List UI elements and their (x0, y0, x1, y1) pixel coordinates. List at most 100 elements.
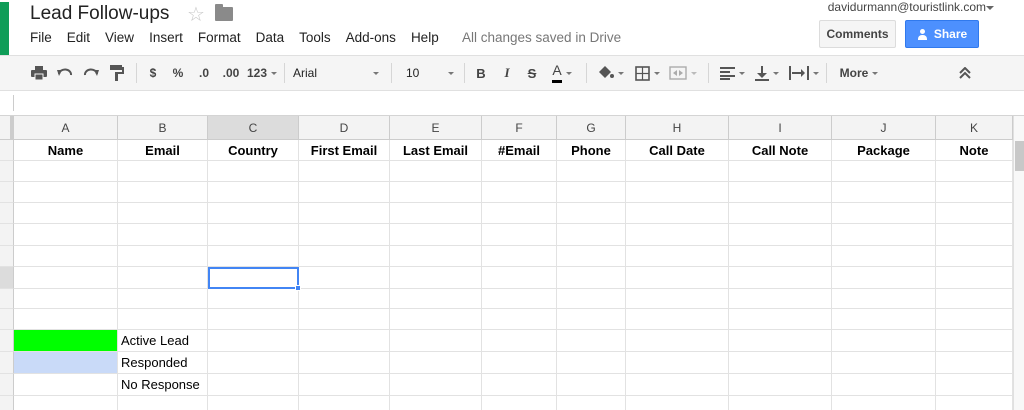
row-header[interactable] (0, 352, 14, 374)
cell[interactable] (729, 203, 832, 224)
cell[interactable] (936, 309, 1013, 330)
cell[interactable] (729, 330, 832, 352)
cell[interactable] (390, 161, 482, 182)
cell[interactable] (557, 161, 626, 182)
cell[interactable] (729, 309, 832, 330)
cell[interactable] (936, 224, 1013, 246)
menu-tools[interactable]: Tools (299, 30, 331, 45)
legend-swatch[interactable] (14, 352, 118, 374)
cell[interactable] (299, 374, 390, 396)
cell[interactable] (557, 224, 626, 246)
row-header[interactable] (0, 224, 14, 246)
cell[interactable] (390, 182, 482, 203)
increase-decimal-button[interactable]: .00 (219, 56, 243, 90)
row-header[interactable] (0, 203, 14, 224)
cell[interactable] (208, 396, 299, 410)
cell[interactable] (936, 246, 1013, 267)
redo-icon[interactable] (80, 56, 102, 90)
column-header-g[interactable]: G (557, 116, 626, 140)
cell[interactable] (118, 224, 208, 246)
cell[interactable] (208, 224, 299, 246)
column-header-a[interactable]: A (14, 116, 118, 140)
column-header-k[interactable]: K (936, 116, 1013, 140)
cell[interactable] (832, 161, 936, 182)
vertical-scrollbar[interactable] (1013, 116, 1024, 410)
cell[interactable] (208, 289, 299, 309)
document-title[interactable]: Lead Follow-ups (30, 3, 169, 25)
row-header[interactable] (0, 396, 14, 410)
cell[interactable] (729, 352, 832, 374)
number-format-dropdown[interactable]: 123 (244, 56, 280, 90)
spreadsheet-grid[interactable]: A B C D E F G H I J K Name Email Country First Email La… (0, 116, 1013, 410)
cell[interactable] (936, 267, 1013, 289)
column-header-i[interactable]: I (729, 116, 832, 140)
cell[interactable] (832, 267, 936, 289)
cell[interactable] (482, 203, 557, 224)
decrease-decimal-button[interactable]: .0 (193, 56, 215, 90)
cell[interactable] (14, 267, 118, 289)
row-header[interactable] (0, 182, 14, 203)
cell[interactable] (936, 374, 1013, 396)
cell[interactable] (832, 352, 936, 374)
cell[interactable] (626, 374, 729, 396)
share-button[interactable]: Share (905, 20, 979, 48)
column-header-b[interactable]: B (118, 116, 208, 140)
cell[interactable] (390, 330, 482, 352)
column-header-c[interactable]: C (208, 116, 299, 140)
header-cell[interactable]: Call Note (729, 140, 832, 161)
cell[interactable] (557, 309, 626, 330)
print-icon[interactable] (28, 56, 50, 90)
cell[interactable] (482, 224, 557, 246)
row-header[interactable] (0, 161, 14, 182)
cell[interactable] (482, 309, 557, 330)
row-header[interactable] (0, 374, 14, 396)
formula-bar[interactable] (0, 91, 1024, 116)
legend-label[interactable]: No Response (118, 374, 208, 396)
cell[interactable] (936, 182, 1013, 203)
cell[interactable] (299, 224, 390, 246)
cell[interactable] (299, 396, 390, 410)
font-family-dropdown[interactable]: Arial (293, 56, 383, 90)
cell[interactable] (299, 309, 390, 330)
cell[interactable] (626, 246, 729, 267)
cell[interactable] (482, 352, 557, 374)
header-cell[interactable]: Country (208, 140, 299, 161)
cell[interactable] (14, 289, 118, 309)
fill-handle[interactable] (295, 285, 301, 291)
legend-swatch[interactable] (14, 374, 118, 396)
cell[interactable] (729, 267, 832, 289)
collapse-toolbar-icon[interactable] (953, 56, 977, 90)
cell[interactable] (482, 374, 557, 396)
cell[interactable] (557, 330, 626, 352)
cell[interactable] (482, 182, 557, 203)
row-header[interactable] (0, 309, 14, 330)
cell[interactable] (208, 203, 299, 224)
header-cell[interactable]: Phone (557, 140, 626, 161)
cell[interactable] (208, 161, 299, 182)
cell[interactable] (936, 352, 1013, 374)
cell[interactable] (557, 182, 626, 203)
header-cell[interactable]: #Email (482, 140, 557, 161)
cell[interactable] (832, 203, 936, 224)
cell[interactable] (729, 246, 832, 267)
cell[interactable] (626, 182, 729, 203)
row-header[interactable] (0, 267, 14, 289)
vertical-align-button[interactable] (750, 56, 784, 90)
cell[interactable] (557, 374, 626, 396)
cell[interactable] (626, 267, 729, 289)
fill-color-button[interactable] (593, 56, 627, 90)
row-header[interactable] (0, 330, 14, 352)
legend-swatch[interactable] (14, 330, 118, 352)
cell[interactable] (299, 330, 390, 352)
header-cell[interactable]: Package (832, 140, 936, 161)
cell[interactable] (390, 246, 482, 267)
strikethrough-button[interactable]: S (522, 56, 542, 90)
cell[interactable] (208, 246, 299, 267)
more-button[interactable]: More (834, 56, 884, 90)
scrollbar-thumb[interactable] (1015, 141, 1024, 171)
cell[interactable] (390, 289, 482, 309)
select-all-corner[interactable] (0, 116, 14, 140)
header-cell[interactable]: Call Date (626, 140, 729, 161)
cell[interactable] (557, 246, 626, 267)
cell[interactable] (482, 289, 557, 309)
